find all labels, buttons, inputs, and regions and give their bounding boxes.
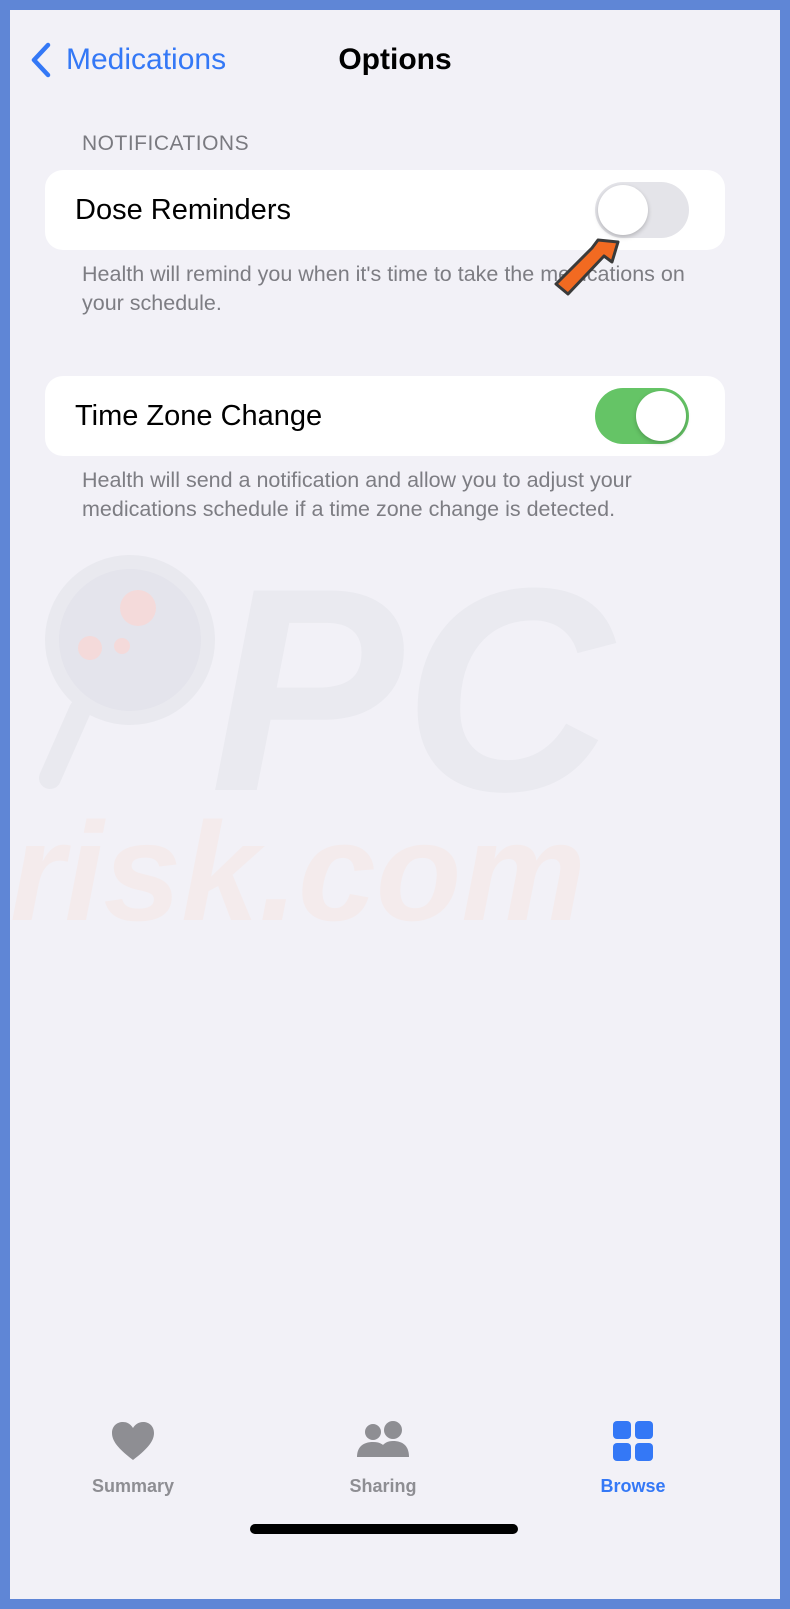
watermark-risk: risk.com (10, 793, 586, 950)
watermark-dot (78, 636, 102, 660)
time-zone-change-label: Time Zone Change (75, 400, 323, 432)
time-zone-change-row: Time Zone Change (45, 376, 725, 456)
tab-bar: Summary Sharing Browse (10, 1410, 780, 1530)
watermark-dot (120, 590, 156, 626)
tab-summary-label: Summary (91, 1476, 175, 1496)
heart-icon (53, 1418, 213, 1464)
watermark-magnifier-handle (39, 699, 91, 789)
page-title: Options (338, 43, 452, 76)
grid-icon (553, 1418, 713, 1464)
tab-summary[interactable]: Summary (53, 1418, 213, 1497)
tab-browse[interactable]: Browse (553, 1418, 713, 1497)
time-zone-change-toggle[interactable] (595, 388, 689, 444)
watermark-dot (114, 638, 130, 654)
home-indicator (250, 1524, 518, 1534)
watermark-pc: PC (210, 550, 616, 852)
people-icon (303, 1418, 463, 1464)
screen: PC risk.com Medications Options NOTIFICA… (10, 10, 780, 1599)
tab-sharing[interactable]: Sharing (303, 1418, 463, 1497)
tab-browse-label: Browse (600, 1476, 666, 1496)
dose-reminders-label: Dose Reminders (75, 194, 291, 226)
tab-sharing-label: Sharing (349, 1476, 417, 1496)
section-header-notifications: NOTIFICATIONS (82, 132, 250, 155)
pcrisk-watermark: PC risk.com (10, 550, 616, 950)
time-zone-change-footer: Health will send a notification and allo… (82, 468, 632, 521)
orange-arrow-icon (554, 238, 620, 296)
watermark-magnifier-lens (45, 555, 215, 725)
navigation-bar: Medications Options (10, 10, 780, 110)
toggle-knob (636, 391, 686, 441)
